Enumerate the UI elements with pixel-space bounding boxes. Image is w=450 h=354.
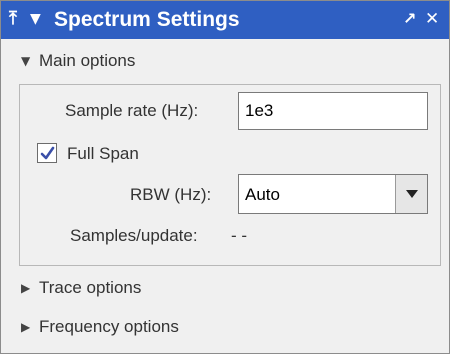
main-options-label: Main options [39,51,136,70]
chevron-down-icon [406,190,418,198]
dropdown-menu-icon[interactable]: ▼ [30,7,41,31]
rbw-select-value: Auto [245,185,280,204]
frequency-options-header[interactable]: ▶ Frequency options [21,316,179,338]
close-icon[interactable]: ✕ [425,7,439,31]
samples-update-label: Samples/update: [70,226,198,245]
main-options-header[interactable]: ▼ Main options [21,50,135,72]
samples-update-value: - - [231,226,248,245]
collapsed-triangle-icon: ▶ [21,320,31,334]
sample-rate-label: Sample rate (Hz): [65,101,199,120]
title-bar: ⤒ ▼ Spectrum Settings ↗ ✕ [1,1,449,39]
rbw-label: RBW (Hz): [130,185,212,204]
rbw-dropdown-button[interactable] [395,175,427,213]
pin-icon[interactable]: ⤒ [9,7,17,31]
trace-options-header[interactable]: ▶ Trace options [21,277,141,299]
undock-arrow-icon[interactable]: ↗ [403,7,416,31]
trace-options-label: Trace options [39,278,142,297]
collapsed-triangle-icon: ▶ [21,281,31,295]
spectrum-settings-panel: ⤒ ▼ Spectrum Settings ↗ ✕ ▼ Main options… [0,0,450,354]
sample-rate-input[interactable] [238,92,428,130]
checkmark-icon [40,146,55,160]
expanded-triangle-icon: ▼ [21,54,31,68]
full-span-label[interactable]: Full Span [67,143,139,165]
panel-title: Spectrum Settings [54,8,240,31]
rbw-select[interactable]: Auto [238,174,428,214]
full-span-checkbox[interactable] [37,143,57,163]
frequency-options-label: Frequency options [39,317,179,336]
